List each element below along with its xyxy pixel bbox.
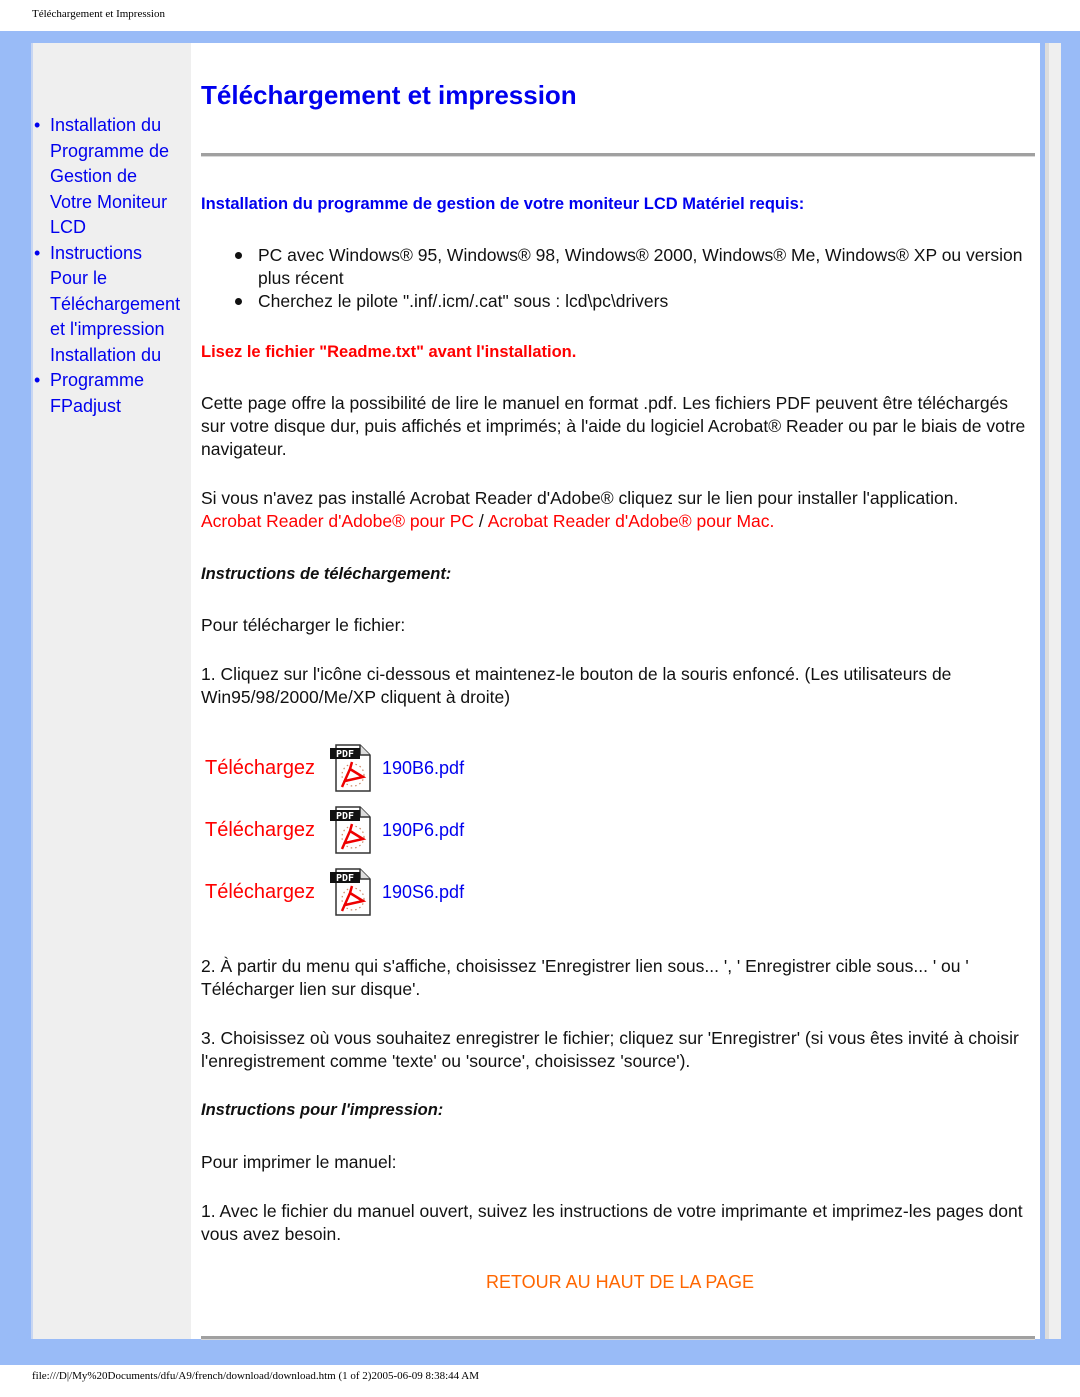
readme-notice: Lisez le fichier "Readme.txt" avant l'in… bbox=[201, 343, 577, 361]
download-row: Téléchargez PDF 190S6.pdf bbox=[205, 867, 464, 917]
bullet-dot-icon bbox=[235, 252, 242, 259]
print-header: Téléchargement et Impression bbox=[32, 8, 165, 20]
sidebar-link-download-print[interactable]: Instructions Pour le Téléchargement et l… bbox=[50, 243, 180, 365]
bottom-divider bbox=[201, 1336, 1035, 1340]
download-label: Téléchargez bbox=[205, 756, 316, 779]
download-file-link[interactable]: 190B6.pdf bbox=[382, 758, 464, 779]
svg-text:PDF: PDF bbox=[336, 811, 354, 822]
print-step-1: 1. Avec le fichier du manuel ouvert, sui… bbox=[201, 1201, 1023, 1244]
sidebar-item-download-print[interactable]: • Instructions Pour le Téléchargement et… bbox=[34, 241, 194, 369]
page-title: Téléchargement et impression bbox=[201, 80, 577, 110]
acrobat-pc-link[interactable]: Acrobat Reader d'Adobe® pour PC bbox=[201, 511, 474, 531]
download-intro: Pour télécharger le fichier: bbox=[201, 615, 406, 635]
download-step-1: 1. Cliquez sur l'icône ci-dessous et mai… bbox=[201, 664, 952, 707]
acrobat-mac-link[interactable]: Acrobat Reader d'Adobe® pour Mac. bbox=[488, 511, 775, 531]
acrobat-paragraph: Si vous n'avez pas installé Acrobat Read… bbox=[201, 488, 959, 531]
back-to-top-link[interactable]: RETOUR AU HAUT DE LA PAGE bbox=[0, 1272, 1080, 1293]
top-divider bbox=[201, 153, 1035, 157]
sidebar-link-fpadjust[interactable]: Programme FPadjust bbox=[50, 370, 144, 416]
requirement-item: PC avec Windows® 95, Windows® 98, Window… bbox=[235, 244, 1035, 290]
bullet-icon: • bbox=[34, 115, 41, 135]
bullet-icon: • bbox=[34, 370, 41, 390]
download-label: Téléchargez bbox=[205, 880, 316, 903]
requirements-list: PC avec Windows® 95, Windows® 98, Window… bbox=[235, 244, 1035, 313]
pdf-file-icon[interactable]: PDF bbox=[328, 743, 374, 793]
sidebar-item-driver-install[interactable]: • Installation du Programme de Gestion d… bbox=[34, 113, 194, 241]
download-row: Téléchargez PDF 190P6.pdf bbox=[205, 805, 464, 855]
download-step-3: 3. Choisissez où vous souhaitez enregist… bbox=[201, 1028, 1019, 1071]
svg-text:PDF: PDF bbox=[336, 873, 354, 884]
download-row: Téléchargez PDF 190B6.pdf bbox=[205, 743, 464, 793]
print-intro: Pour imprimer le manuel: bbox=[201, 1152, 397, 1172]
sidebar-nav: • Installation du Programme de Gestion d… bbox=[34, 113, 194, 419]
intro-paragraph: Cette page offre la possibilité de lire … bbox=[201, 393, 1026, 459]
requirement-item: Cherchez le pilote ".inf/.icm/.cat" sous… bbox=[235, 290, 1035, 313]
print-heading: Instructions pour l'impression: bbox=[201, 1101, 444, 1119]
right-gutter bbox=[1045, 43, 1061, 1339]
pdf-file-icon[interactable]: PDF bbox=[328, 805, 374, 855]
download-heading: Instructions de téléchargement: bbox=[201, 565, 452, 583]
download-step-2: 2. À partir du menu qui s'affiche, chois… bbox=[201, 956, 969, 999]
install-heading: Installation du programme de gestion de … bbox=[201, 195, 805, 213]
download-label: Téléchargez bbox=[205, 818, 316, 841]
link-separator: / bbox=[474, 511, 488, 531]
download-file-link[interactable]: 190P6.pdf bbox=[382, 820, 464, 841]
bullet-icon: • bbox=[34, 242, 41, 263]
sidebar-item-fpadjust[interactable]: • Programme FPadjust bbox=[34, 368, 194, 419]
pdf-file-icon[interactable]: PDF bbox=[328, 867, 374, 917]
sidebar-link-driver-install[interactable]: Installation du Programme de Gestion de … bbox=[50, 115, 169, 237]
download-file-link[interactable]: 190S6.pdf bbox=[382, 882, 464, 903]
bullet-dot-icon bbox=[235, 298, 242, 305]
print-footer: file:///D|/My%20Documents/dfu/A9/french/… bbox=[32, 1370, 480, 1382]
svg-text:PDF: PDF bbox=[336, 749, 354, 760]
